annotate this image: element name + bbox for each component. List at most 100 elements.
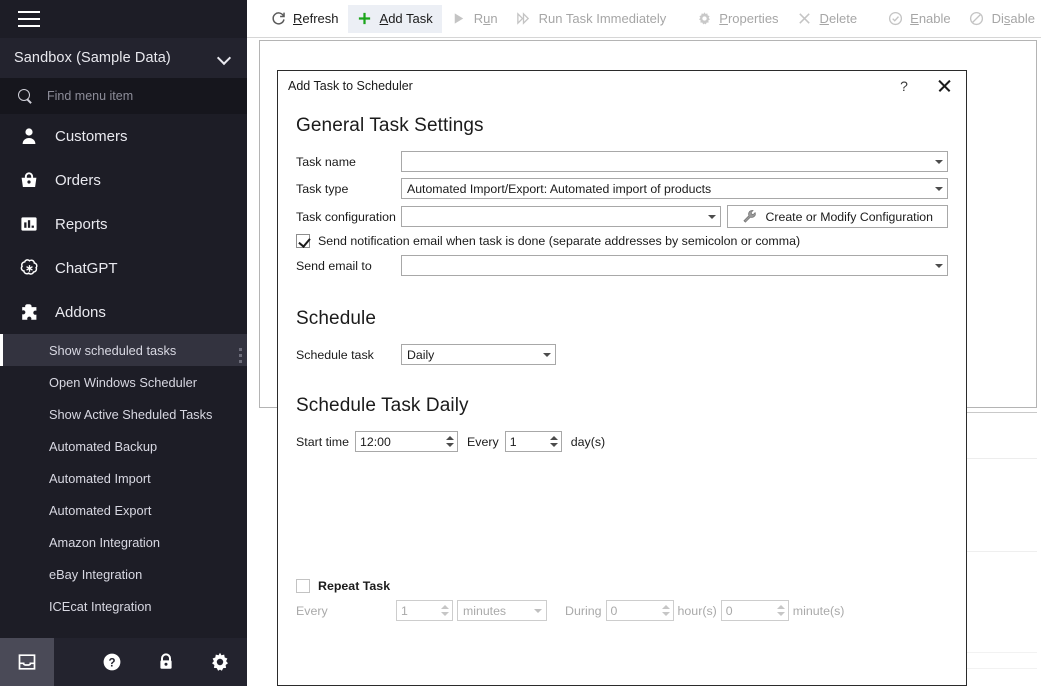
create-or-modify-configuration-label: Create or Modify Configuration [765, 209, 933, 224]
background-row-divider [963, 668, 1037, 669]
ban-circle-icon [969, 11, 985, 27]
repeat-task-checkbox[interactable]: Repeat Task [296, 579, 950, 593]
delete-button[interactable]: Delete [788, 5, 867, 33]
task-type-row: Task type Automated Import/Export: Autom… [296, 178, 948, 199]
sidebar-item-reports[interactable]: Reports [0, 202, 247, 246]
send-email-to-input[interactable] [401, 255, 948, 276]
sidebar-item-customers[interactable]: Customers [0, 114, 247, 158]
sidebar-subitem-label: eBay Integration [49, 566, 143, 582]
properties-button[interactable]: Properties [687, 5, 787, 33]
chevron-down-icon [931, 256, 947, 275]
spinner-arrows[interactable] [774, 601, 788, 620]
repeat-task-block: Repeat Task Every 1 minutes During 0 hou… [296, 573, 950, 621]
help-icon[interactable]: ? [886, 72, 922, 101]
checkbox-box [296, 234, 310, 248]
sidebar-item-orders[interactable]: Orders [0, 158, 247, 202]
spinner-arrows[interactable] [547, 432, 561, 451]
sidebar-footer: ? [0, 638, 247, 686]
send-notification-label: Send notification email when task is don… [318, 234, 801, 248]
task-type-select[interactable]: Automated Import/Export: Automated impor… [401, 178, 948, 199]
repeat-minutes-spinner[interactable]: 0 [720, 600, 789, 621]
database-selector[interactable]: Sandbox (Sample Data) [0, 38, 247, 78]
sidebar-subitem-label: Automated Import [49, 470, 151, 486]
sidebar-item-label: ChatGPT [55, 259, 118, 277]
create-or-modify-configuration-button[interactable]: Create or Modify Configuration [726, 205, 948, 228]
repeat-hours-value: 0 [610, 603, 618, 618]
plus-icon [357, 11, 373, 27]
spinner-arrows[interactable] [659, 601, 673, 620]
schedule-task-select[interactable]: Daily [401, 344, 556, 365]
section-heading-schedule-daily: Schedule Task Daily [296, 395, 469, 416]
run-button[interactable]: Run [442, 5, 507, 33]
repeat-unit-select[interactable]: minutes [457, 600, 547, 621]
background-panel-secondary [963, 412, 1037, 552]
send-notification-checkbox[interactable]: Send notification email when task is don… [296, 234, 948, 248]
sidebar-subitem-show-scheduled-tasks[interactable]: Show scheduled tasks [0, 334, 247, 366]
sidebar-subitem-icecat-integration[interactable]: ICEcat Integration [0, 590, 247, 622]
sidebar-subitem-label: Show Active Sheduled Tasks [49, 406, 213, 422]
task-name-label: Task name [296, 154, 356, 169]
repeat-every-spinner[interactable]: 1 [396, 600, 453, 621]
start-time-value: 12:00 [360, 434, 391, 449]
sidebar-subitem-amazon-integration[interactable]: Amazon Integration [0, 526, 247, 558]
schedule-task-row: Schedule task Daily [296, 344, 948, 365]
every-days-spinner[interactable]: 1 [504, 431, 562, 452]
sidebar-subitem-label: Automated Export [49, 502, 152, 518]
sidebar-subitem-show-active-sheduled-tasks[interactable]: Show Active Sheduled Tasks [0, 398, 247, 430]
sidebar-resize-grip[interactable] [239, 348, 243, 364]
check-circle-icon [887, 11, 903, 27]
repeat-minutes-suffix: minute(s) [792, 603, 845, 618]
task-configuration-select[interactable] [401, 206, 721, 227]
repeat-task-label: Repeat Task [318, 579, 391, 593]
basket-icon [18, 169, 40, 191]
task-configuration-row: Task configuration Create or Modify Conf… [296, 205, 948, 228]
enable-button[interactable]: Enable [878, 5, 959, 33]
every-days-value: 1 [509, 434, 517, 449]
task-name-input[interactable] [401, 151, 948, 172]
disable-button[interactable]: Disable [960, 5, 1041, 33]
add-task-label: Add Task [379, 11, 433, 26]
run-task-immediately-label: Run Task Immediately [538, 11, 667, 26]
refresh-label: Refresh [293, 11, 339, 26]
disable-label: Disable [991, 11, 1035, 26]
close-icon[interactable] [922, 72, 966, 101]
refresh-button[interactable]: Refresh [261, 5, 348, 33]
hamburger-menu-icon[interactable] [18, 11, 40, 27]
sidebar-item-label: Orders [55, 171, 101, 189]
chevron-down-icon [931, 152, 947, 171]
send-email-to-row: Send email to [296, 255, 948, 276]
refresh-icon [270, 11, 286, 27]
sidebar-subitem-open-windows-scheduler[interactable]: Open Windows Scheduler [0, 366, 247, 398]
dialog-titlebar: Add Task to Scheduler ? [278, 71, 966, 101]
sidebar-subitem-automated-import[interactable]: Automated Import [0, 462, 247, 494]
run-label: Run [473, 11, 498, 26]
repeat-hours-spinner[interactable]: 0 [605, 600, 674, 621]
spinner-arrows[interactable] [443, 432, 457, 451]
search-input[interactable]: Find menu item [0, 78, 247, 114]
sidebar-subitem-ebay-integration[interactable]: eBay Integration [0, 558, 247, 590]
spinner-arrows[interactable] [438, 601, 452, 620]
search-placeholder: Find menu item [47, 89, 134, 103]
toolbar: Refresh Add Task Run Run Task Immediatel… [247, 0, 1041, 38]
inbox-icon[interactable] [0, 638, 54, 686]
help-icon[interactable]: ? [85, 638, 139, 686]
section-heading-schedule: Schedule [296, 308, 377, 329]
properties-label: Properties [719, 11, 779, 26]
task-name-row: Task name [296, 151, 948, 172]
dialog-title: Add Task to Scheduler [288, 79, 413, 93]
sidebar-item-addons[interactable]: Addons [0, 290, 247, 334]
start-time-spinner[interactable]: 12:00 [355, 431, 459, 452]
sidebar-item-chatgpt[interactable]: ChatGPT [0, 246, 247, 290]
sidebar-subitem-automated-backup[interactable]: Automated Backup [0, 430, 247, 462]
app-window: Sandbox (Sample Data) Find menu item Cus… [0, 0, 1041, 686]
add-task-dialog: Add Task to Scheduler ? General Task Set… [277, 70, 967, 686]
gear-icon[interactable] [193, 638, 247, 686]
run-task-immediately-button[interactable]: Run Task Immediately [507, 5, 676, 33]
database-name: Sandbox (Sample Data) [14, 50, 171, 66]
background-row-divider [963, 458, 1037, 459]
add-task-button[interactable]: Add Task [347, 4, 442, 33]
lock-icon[interactable] [139, 638, 193, 686]
user-icon [18, 125, 40, 147]
task-configuration-label: Task configuration [296, 209, 396, 224]
sidebar-subitem-automated-export[interactable]: Automated Export [0, 494, 247, 526]
